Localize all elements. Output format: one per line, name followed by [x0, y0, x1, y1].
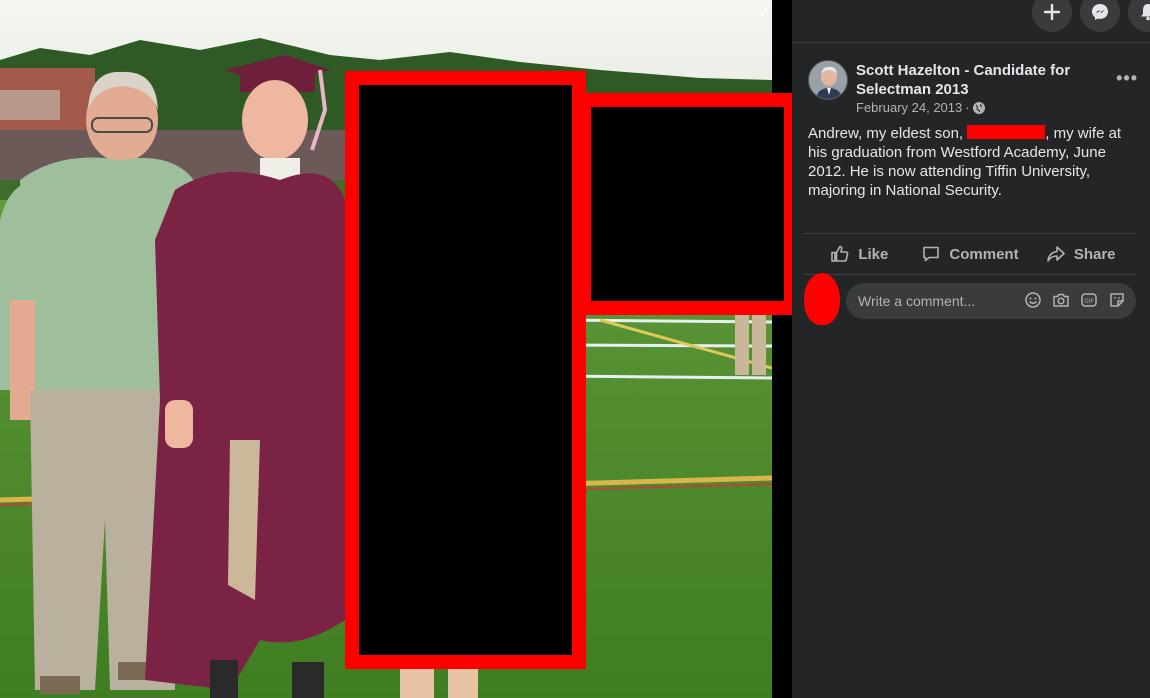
post-caption: Andrew, my eldest son, , my wife at his … [808, 124, 1128, 200]
post-meta: February 24, 2013 · [856, 100, 985, 115]
comment-label: Comment [949, 245, 1019, 263]
post-date[interactable]: February 24, 2013 [856, 100, 962, 115]
messenger-button[interactable] [1080, 0, 1120, 32]
comment-icon [923, 246, 940, 262]
comment-button[interactable]: Comment [915, 234, 1026, 274]
comment-input[interactable] [858, 293, 1018, 309]
top-navigation [792, 0, 1150, 43]
messenger-icon [1092, 4, 1108, 20]
emoji-icon[interactable] [1024, 291, 1042, 309]
post-actions: Like Comment Share [804, 233, 1136, 275]
share-button[interactable]: Share [1025, 234, 1136, 274]
caption-text-start: Andrew, my eldest son, [808, 125, 964, 142]
camera-icon[interactable] [1052, 291, 1070, 309]
comment-composer: GIF [804, 273, 1136, 325]
sticker-icon[interactable] [1108, 291, 1126, 309]
author-avatar[interactable] [808, 60, 848, 100]
redaction-box-person [345, 71, 586, 669]
like-button[interactable]: Like [804, 234, 915, 274]
comment-tools: GIF [1024, 291, 1126, 309]
share-label: Share [1073, 245, 1116, 263]
plus-icon [1043, 3, 1061, 21]
thumbs-up-icon [831, 245, 849, 262]
bell-icon [1141, 4, 1150, 21]
share-icon [1047, 246, 1065, 262]
comment-box[interactable]: GIF [846, 283, 1136, 319]
post-sidebar: Scott Hazelton - Candidate for Selectman… [792, 0, 1150, 698]
redacted-name [967, 125, 1046, 139]
redacted-commenter-avatar [804, 273, 840, 325]
redaction-box-face [577, 93, 798, 315]
globe-icon [972, 101, 985, 114]
screen: ⤢ Scott Hazelton - Candidate for Selectm… [0, 0, 1150, 698]
like-label: Like [858, 245, 889, 263]
expand-icon[interactable]: ⤢ [760, 2, 778, 20]
notifications-button[interactable] [1128, 0, 1150, 32]
more-options-icon[interactable]: ••• [1116, 68, 1138, 89]
post-author-name[interactable]: Scott Hazelton - Candidate for Selectman… [856, 61, 1096, 99]
gif-icon[interactable]: GIF [1080, 291, 1098, 309]
svg-text:GIF: GIF [1084, 298, 1094, 305]
post-header: Scott Hazelton - Candidate for Selectman… [808, 60, 1138, 120]
author-photo-image [809, 61, 847, 99]
create-button[interactable] [1032, 0, 1072, 32]
meta-separator: · [965, 100, 970, 115]
